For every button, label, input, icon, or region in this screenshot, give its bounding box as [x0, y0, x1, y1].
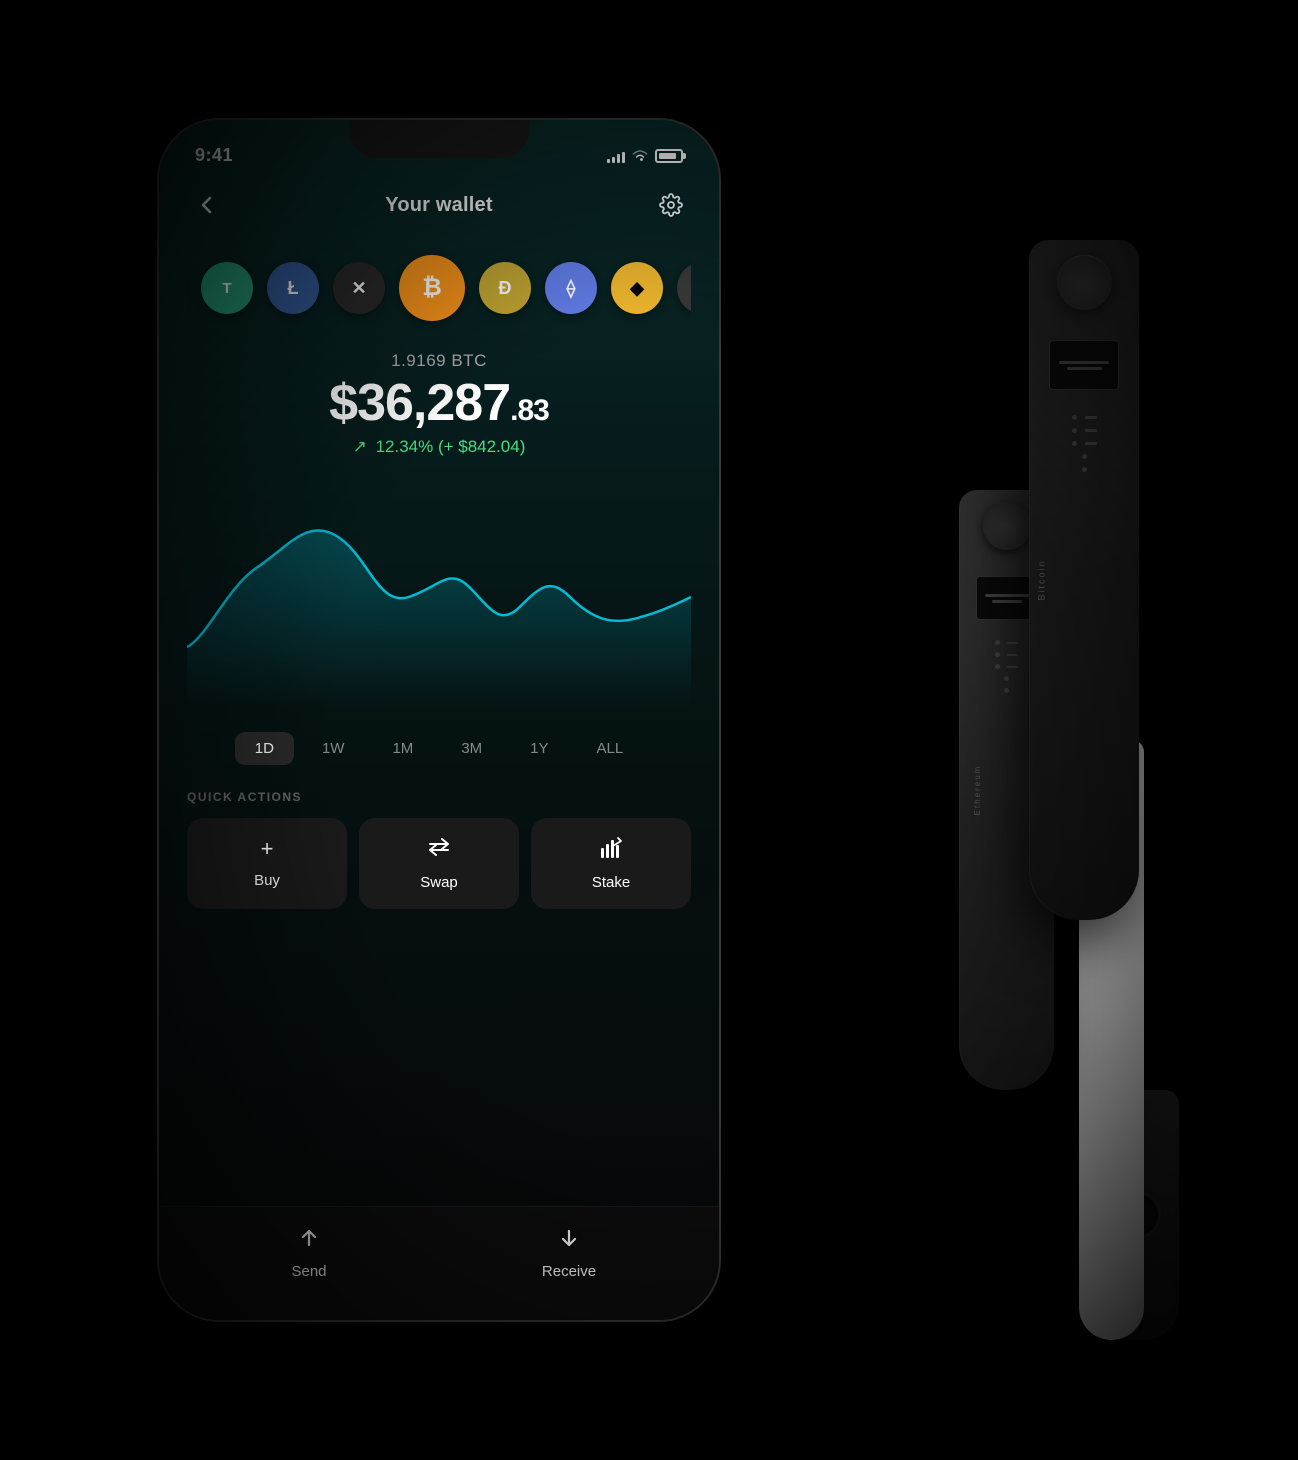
- action-buttons: + Buy Swap: [187, 818, 691, 909]
- coin-bnb[interactable]: ◆: [611, 262, 663, 314]
- hardware-wallet-1: Bitcoin: [1029, 240, 1139, 920]
- swap-label: Swap: [420, 874, 458, 891]
- receive-button[interactable]: Receive: [519, 1227, 619, 1280]
- balance-section: 1.9169 BTC $36,287.83 ↗ 12.34% (+ $842.0…: [187, 341, 691, 467]
- signal-icon: [607, 149, 625, 163]
- send-icon: [298, 1227, 320, 1255]
- wifi-icon: [631, 149, 649, 163]
- send-label: Send: [291, 1263, 326, 1280]
- coin-litecoin[interactable]: Ł: [267, 262, 319, 314]
- arrow-up-icon: ↗: [353, 437, 367, 457]
- hw2-button: [983, 502, 1031, 550]
- phone-notch: [349, 120, 529, 158]
- coin-tether[interactable]: T: [201, 262, 253, 314]
- status-icons: [607, 149, 683, 163]
- hw2-nav: [995, 640, 1018, 693]
- crypto-coin-row: T Ł ✕ ₿ Ð ⟠ ◆ A: [187, 245, 691, 341]
- time-filter-1d[interactable]: 1D: [235, 732, 294, 765]
- coin-bitcoin[interactable]: ₿: [399, 255, 465, 321]
- buy-icon: +: [261, 836, 274, 862]
- coin-xrp[interactable]: ✕: [333, 262, 385, 314]
- balance-change: ↗ 12.34% (+ $842.04): [187, 437, 691, 457]
- time-filter-1w[interactable]: 1W: [302, 732, 365, 765]
- receive-label: Receive: [542, 1263, 596, 1280]
- swap-button[interactable]: Swap: [359, 818, 519, 909]
- page-title: Your wallet: [385, 194, 492, 217]
- hw1-nav: [1072, 415, 1097, 472]
- balance-fiat-main: $36,287: [329, 374, 510, 432]
- price-chart: [187, 487, 691, 707]
- send-button[interactable]: Send: [259, 1227, 359, 1280]
- coin-doge[interactable]: Ð: [479, 262, 531, 314]
- back-button[interactable]: [187, 185, 227, 225]
- stake-icon: [599, 836, 623, 864]
- phone-screen: 9:41: [159, 120, 719, 1320]
- time-filter-all[interactable]: ALL: [577, 732, 644, 765]
- stake-label: Stake: [592, 874, 630, 891]
- swap-icon: [427, 836, 451, 864]
- status-time: 9:41: [195, 145, 233, 166]
- settings-button[interactable]: [651, 185, 691, 225]
- receive-icon: [558, 1227, 580, 1255]
- hw1-screen: [1049, 340, 1119, 390]
- buy-button[interactable]: + Buy: [187, 818, 347, 909]
- quick-actions-section: QUICK ACTIONS + Buy Swap: [187, 790, 691, 909]
- app-content: Your wallet T Ł ✕ ₿ Ð ⟠: [159, 175, 719, 909]
- balance-fiat: $36,287.83: [187, 377, 691, 429]
- chart-svg: [187, 487, 691, 707]
- quick-actions-label: QUICK ACTIONS: [187, 790, 691, 804]
- time-filter-3m[interactable]: 3M: [441, 732, 502, 765]
- hw1-button: [1057, 255, 1112, 310]
- app-header: Your wallet: [187, 175, 691, 245]
- scene: 9:41: [99, 40, 1199, 1420]
- time-filter-1m[interactable]: 1M: [372, 732, 433, 765]
- time-filter-1y[interactable]: 1Y: [510, 732, 568, 765]
- coin-eth[interactable]: ⟠: [545, 262, 597, 314]
- time-filter-row: 1D 1W 1M 3M 1Y ALL: [187, 717, 691, 790]
- coin-algo[interactable]: A: [677, 262, 691, 314]
- balance-fiat-cents: .83: [510, 394, 549, 427]
- stake-button[interactable]: Stake: [531, 818, 691, 909]
- battery-icon: [655, 149, 683, 163]
- bottom-bar: Send Receive: [159, 1206, 719, 1320]
- hw1-label: Bitcoin: [1037, 559, 1047, 600]
- hw2-label: Ethereum: [973, 765, 982, 816]
- phone-device: 9:41: [159, 120, 719, 1320]
- buy-label: Buy: [254, 872, 280, 889]
- balance-crypto: 1.9169 BTC: [187, 351, 691, 371]
